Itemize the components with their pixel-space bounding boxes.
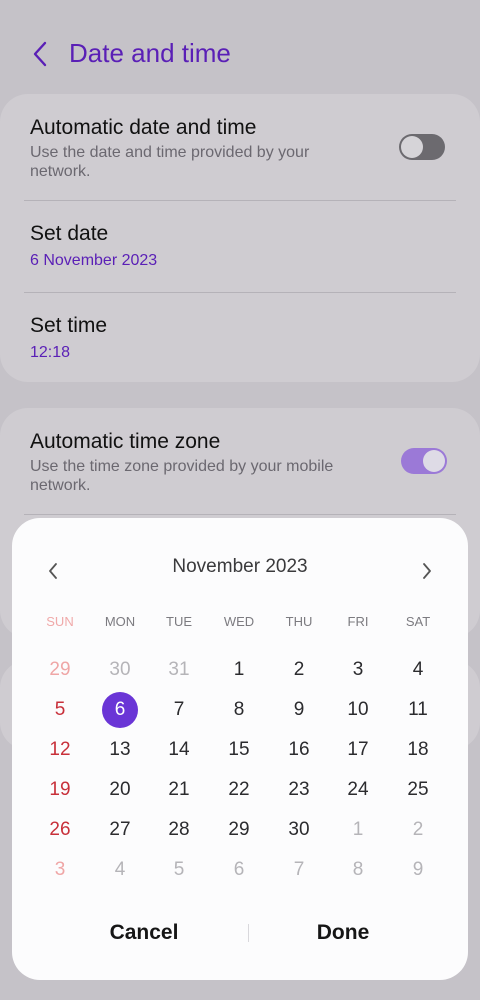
calendar-day[interactable]: 8 — [340, 852, 376, 888]
calendar-day[interactable]: 21 — [161, 772, 197, 808]
set-date-row[interactable]: Set date 6 November 2023 — [0, 200, 480, 292]
weekday-label: MON — [104, 614, 136, 629]
calendar-day[interactable]: 29 — [221, 812, 257, 848]
calendar-day[interactable]: 17 — [340, 732, 376, 768]
set-time-value: 12:18 — [30, 344, 71, 361]
set-time-title: Set time — [30, 314, 108, 337]
calendar-day[interactable]: 1 — [221, 652, 257, 688]
calendar-grid: 29 30 31 1 2 3 4 5 6 7 8 9 10 11 12 13 14 15 16 17 18 19 20 21 2… — [12, 650, 468, 890]
calendar-day[interactable]: 5 — [161, 852, 197, 888]
calendar-day[interactable]: 28 — [161, 812, 197, 848]
calendar-day[interactable]: 16 — [281, 732, 317, 768]
calendar-day[interactable]: 3 — [340, 652, 376, 688]
calendar-day[interactable]: 8 — [221, 692, 257, 728]
weekday-label: SUN — [46, 614, 74, 629]
auto-timezone-toggle[interactable] — [401, 448, 447, 474]
calendar-day[interactable]: 2 — [281, 652, 317, 688]
auto-timezone-subtitle: Use the time zone provided by your mobil… — [30, 458, 334, 494]
weekday-label: WED — [223, 614, 255, 629]
set-date-value: 6 November 2023 — [30, 252, 158, 269]
calendar-day[interactable]: 25 — [400, 772, 436, 808]
auto-datetime-title: Automatic date and time — [30, 116, 257, 139]
calendar-day[interactable]: 4 — [102, 852, 138, 888]
calendar-day[interactable]: 19 — [42, 772, 78, 808]
calendar-day[interactable]: 3 — [42, 852, 78, 888]
calendar-day[interactable]: 7 — [281, 852, 317, 888]
weekday-label: SAT — [405, 614, 431, 629]
calendar-day[interactable]: 13 — [102, 732, 138, 768]
auto-timezone-title: Automatic time zone — [30, 430, 221, 453]
calendar-day[interactable]: 20 — [102, 772, 138, 808]
calendar-day[interactable]: 31 — [161, 652, 197, 688]
calendar-day[interactable]: 15 — [221, 732, 257, 768]
calendar-day[interactable]: 18 — [400, 732, 436, 768]
calendar-day[interactable]: 29 — [42, 652, 78, 688]
done-button[interactable]: Done — [243, 910, 443, 956]
auto-timezone-row[interactable]: Automatic time zone Use the time zone pr… — [0, 408, 480, 514]
auto-datetime-toggle[interactable] — [399, 134, 445, 160]
auto-datetime-row[interactable]: Automatic date and time Use the date and… — [0, 94, 480, 200]
calendar-day[interactable]: 5 — [42, 692, 78, 728]
calendar-day[interactable]: 9 — [281, 692, 317, 728]
calendar-day[interactable]: 4 — [400, 652, 436, 688]
calendar-day[interactable]: 23 — [281, 772, 317, 808]
calendar-day[interactable]: 30 — [102, 652, 138, 688]
calendar-day[interactable]: 2 — [400, 812, 436, 848]
calendar-day[interactable]: 14 — [161, 732, 197, 768]
calendar-day[interactable]: 10 — [340, 692, 376, 728]
calendar-day[interactable]: 1 — [340, 812, 376, 848]
calendar-day[interactable]: 24 — [340, 772, 376, 808]
set-date-title: Set date — [30, 222, 109, 245]
divider — [24, 514, 456, 515]
selected-day[interactable]: 6 — [102, 692, 138, 728]
calendar-day[interactable]: 27 — [102, 812, 138, 848]
calendar-day[interactable]: 30 — [281, 812, 317, 848]
set-time-row[interactable]: Set time 12:18 — [0, 292, 480, 382]
dialog-actions: Cancel Done — [12, 910, 468, 956]
calendar-day[interactable]: 26 — [42, 812, 78, 848]
calendar-day[interactable]: 12 — [42, 732, 78, 768]
calendar-day[interactable]: 9 — [400, 852, 436, 888]
calendar-day[interactable]: 6 — [221, 852, 257, 888]
weekday-header: SUN MON TUE WED THU FRI SAT — [12, 614, 468, 634]
month-year-label[interactable]: November 2023 — [12, 556, 468, 578]
weekday-label: FRI — [347, 614, 369, 629]
cancel-button[interactable]: Cancel — [44, 910, 244, 956]
weekday-label: TUE — [166, 614, 192, 629]
chevron-right-icon[interactable] — [414, 558, 440, 584]
date-time-card: Automatic date and time Use the date and… — [0, 94, 480, 382]
back-arrow-icon[interactable] — [24, 36, 56, 72]
calendar-day[interactable]: 7 — [161, 692, 197, 728]
calendar-day[interactable]: 22 — [221, 772, 257, 808]
calendar-day[interactable]: 11 — [400, 692, 436, 728]
auto-datetime-subtitle: Use the date and time provided by your n… — [30, 144, 310, 180]
date-picker-dialog: November 2023 SUN MON TUE WED THU FRI SAT 29 30… — [12, 518, 468, 980]
page-title: Date and time — [69, 38, 231, 68]
weekday-label: THU — [285, 614, 313, 629]
